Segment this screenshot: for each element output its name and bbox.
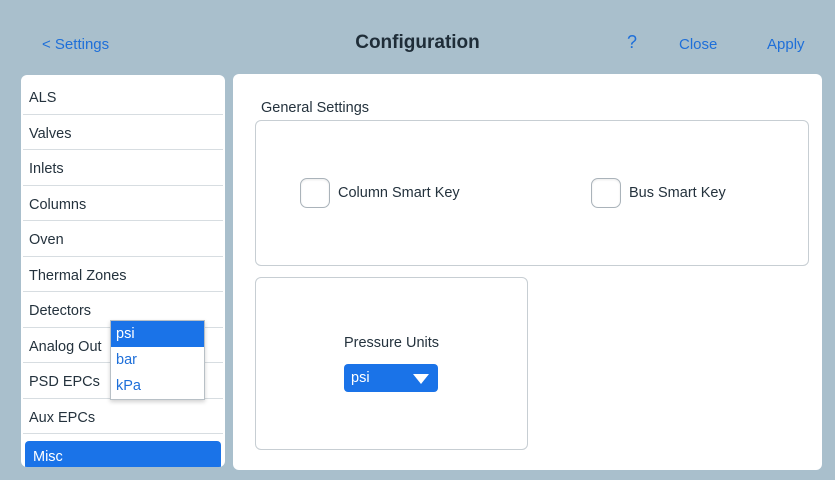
sidebar: ALS Valves Inlets Columns Oven Thermal Z… — [21, 75, 225, 467]
help-button[interactable]: ? — [627, 32, 637, 53]
main-panel: General Settings Column Smart Key Bus Sm… — [233, 74, 822, 470]
sidebar-item-misc[interactable]: Misc — [25, 441, 221, 467]
sidebar-item-als[interactable]: ALS — [21, 85, 225, 121]
general-settings-heading: General Settings — [261, 100, 370, 116]
general-settings-group: Column Smart Key Bus Smart Key — [255, 120, 809, 266]
caret-down-icon — [413, 374, 429, 384]
column-smart-key-label: Column Smart Key — [338, 185, 460, 201]
sidebar-item-thermal-zones[interactable]: Thermal Zones — [21, 263, 225, 299]
sidebar-item-inlets[interactable]: Inlets — [21, 156, 225, 192]
bus-smart-key-checkbox[interactable] — [591, 178, 621, 208]
column-smart-key-checkbox[interactable] — [300, 178, 330, 208]
close-button[interactable]: Close — [679, 36, 717, 53]
sidebar-item-oven[interactable]: Oven — [21, 227, 225, 263]
header-bar: < Settings Configuration ? Close Apply — [0, 0, 835, 80]
pressure-units-selected-value: psi — [351, 370, 370, 386]
pressure-units-group: Pressure Units psi — [255, 277, 528, 450]
sidebar-item-columns[interactable]: Columns — [21, 192, 225, 228]
dropdown-option-psi[interactable]: psi — [111, 321, 204, 347]
sidebar-item-valves[interactable]: Valves — [21, 121, 225, 157]
pressure-units-dropdown: psi bar kPa — [110, 320, 205, 400]
pressure-units-label: Pressure Units — [343, 335, 440, 351]
column-smart-key-toggle[interactable]: Column Smart Key — [300, 178, 460, 208]
apply-button[interactable]: Apply — [767, 36, 805, 53]
bus-smart-key-label: Bus Smart Key — [629, 185, 726, 201]
dropdown-option-bar[interactable]: bar — [111, 347, 204, 373]
dropdown-option-kpa[interactable]: kPa — [111, 373, 204, 399]
sidebar-item-aux-epcs[interactable]: Aux EPCs — [21, 405, 225, 441]
bus-smart-key-toggle[interactable]: Bus Smart Key — [591, 178, 726, 208]
pressure-units-select[interactable]: psi — [344, 364, 438, 392]
